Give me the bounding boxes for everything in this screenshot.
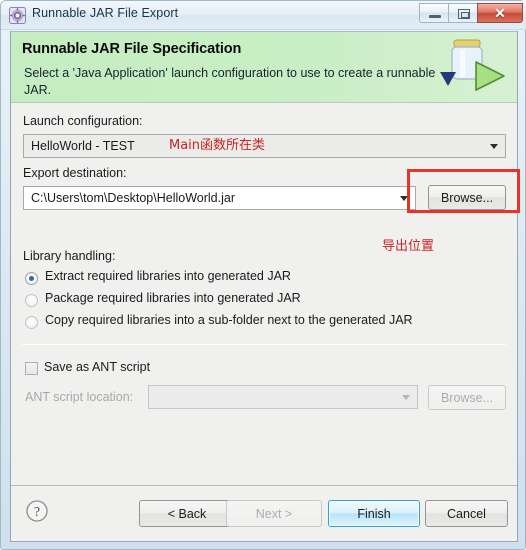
radio-package-libraries[interactable]: [25, 294, 38, 307]
close-button[interactable]: ✕: [477, 3, 523, 23]
save-as-ant-script-checkbox[interactable]: [25, 362, 38, 375]
window-controls: ✕: [419, 3, 523, 23]
page-header: Runnable JAR File Specification Select a…: [11, 32, 517, 103]
ant-script-location-label: ANT script location:: [25, 390, 134, 404]
dialog-footer: ? < Back Next > Finish Cancel: [11, 485, 517, 541]
browse-button-highlight: [407, 169, 520, 213]
title-bar: Runnable JAR File Export ✕: [1, 1, 526, 30]
radio-extract-libraries[interactable]: [25, 272, 38, 285]
dialog-window: Runnable JAR File Export ✕ Runnable JAR …: [0, 0, 526, 550]
chevron-down-icon: [490, 144, 498, 149]
svg-text:?: ?: [34, 505, 40, 520]
export-destination-label: Export destination:: [23, 166, 127, 180]
annotation-launch-config: Main函数所在类: [169, 138, 266, 153]
maximize-icon: [458, 9, 470, 19]
export-destination-value: C:\Users\tom\Desktop\HelloWorld.jar: [31, 191, 235, 205]
radio-package-libraries-label[interactable]: Package required libraries into generate…: [45, 291, 301, 305]
window-title: Runnable JAR File Export: [32, 6, 179, 20]
finish-button[interactable]: Finish: [328, 500, 420, 527]
cancel-button[interactable]: Cancel: [425, 500, 508, 527]
ant-script-location-combo[interactable]: [148, 385, 418, 409]
annotation-export-destination: 导出位置: [382, 239, 435, 254]
next-button[interactable]: Next >: [226, 500, 322, 527]
close-icon: ✕: [494, 4, 506, 21]
page-description: Select a 'Java Application' launch confi…: [24, 66, 436, 97]
launch-configuration-label: Launch configuration:: [23, 114, 143, 128]
jar-export-icon: [9, 7, 26, 24]
save-as-ant-script-label[interactable]: Save as ANT script: [44, 360, 150, 374]
help-icon[interactable]: ?: [25, 499, 49, 523]
jar-with-arrow-icon: [434, 34, 510, 100]
form-area: Launch configuration: HelloWorld - TEST …: [11, 104, 517, 504]
minimize-icon: [429, 15, 441, 18]
launch-configuration-value: HelloWorld - TEST: [31, 139, 135, 153]
back-button[interactable]: < Back: [139, 500, 235, 527]
page-title: Runnable JAR File Specification: [22, 41, 242, 57]
radio-copy-libraries[interactable]: [25, 316, 38, 329]
ant-script-browse-button[interactable]: Browse...: [428, 385, 506, 410]
library-handling-label: Library handling:: [23, 249, 116, 263]
export-destination-combo[interactable]: C:\Users\tom\Desktop\HelloWorld.jar: [23, 186, 416, 210]
minimize-button[interactable]: [419, 3, 449, 23]
radio-copy-libraries-label[interactable]: Copy required libraries into a sub-folde…: [45, 313, 413, 327]
dialog-body: Runnable JAR File Specification Select a…: [10, 31, 518, 542]
radio-extract-libraries-label[interactable]: Extract required libraries into generate…: [45, 269, 291, 283]
chevron-down-icon: [402, 395, 410, 400]
maximize-button[interactable]: [448, 3, 478, 23]
divider-above-ant: [22, 344, 506, 345]
